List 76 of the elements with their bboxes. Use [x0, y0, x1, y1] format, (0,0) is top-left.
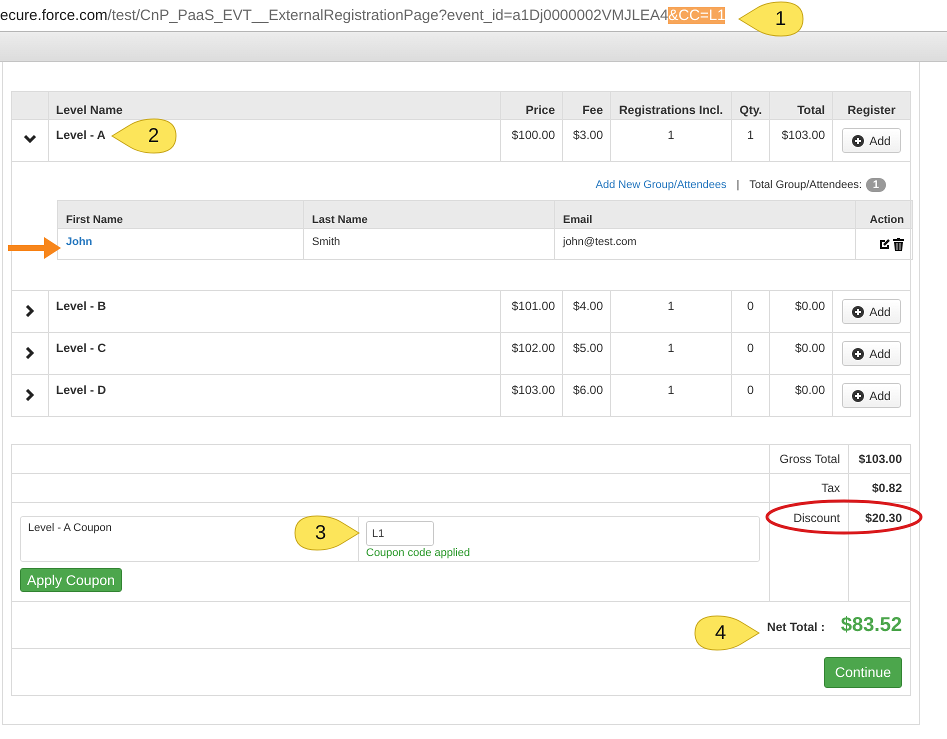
column-header: Last Name	[304, 200, 554, 228]
edit-icon[interactable]	[879, 238, 891, 250]
callout-bubble	[293, 514, 361, 552]
callout-bubble	[110, 117, 178, 155]
table-cell: $6.00	[562, 374, 610, 416]
table-cell: $100.00	[500, 120, 562, 162]
table-cell: 1	[610, 332, 732, 374]
table-cell: $101.00	[500, 290, 562, 332]
summary-value: $103.00	[858, 452, 902, 466]
chevron-right-icon[interactable]	[25, 305, 35, 317]
add-button[interactable]: Add	[842, 299, 901, 324]
plus-circle-icon	[852, 306, 864, 318]
summary-value: $20.30	[865, 511, 902, 525]
coupon-label: Level - A Coupon	[28, 522, 112, 534]
count-badge: 1	[866, 178, 886, 192]
callout-number: 1	[775, 8, 786, 30]
trash-icon[interactable]	[893, 238, 904, 251]
coupon-status: Coupon code applied	[366, 547, 471, 559]
column-header: Email	[554, 200, 856, 228]
table-cell: 1	[610, 120, 732, 162]
net-total-value: $83.52	[840, 614, 902, 636]
table-cell: $103.00	[500, 374, 562, 416]
table-cell: $4.00	[562, 290, 610, 332]
attendee-link[interactable]: John	[66, 236, 92, 248]
table-cell: $5.00	[562, 332, 610, 374]
column-header: Registrations Incl.	[610, 92, 732, 120]
summary-value: $0.82	[872, 481, 902, 495]
summary-label: Tax	[821, 481, 840, 495]
plus-circle-icon	[852, 134, 864, 146]
level-name: Level - B	[48, 290, 500, 332]
separator: |	[736, 179, 740, 191]
table-cell: Smith	[304, 228, 554, 260]
column-header: Qty.	[732, 92, 770, 120]
table-cell: $3.00	[562, 120, 610, 162]
coupon-field[interactable]: L1	[366, 521, 434, 546]
column-header: First Name	[58, 200, 304, 228]
table-cell: 1	[732, 120, 770, 162]
address-url[interactable]: ecure.force.com/test/CnP_PaaS_EVT__ExternalRegistrationPage?event_id=a1Dj0000002VMJLEA4&CC=L1	[0, 0, 726, 31]
callout-bubble	[693, 614, 761, 652]
callout-number: 2	[148, 125, 160, 147]
column-header: Register	[832, 92, 910, 120]
column-header: Level Name	[48, 92, 500, 120]
table-cell: $103.00	[770, 120, 832, 162]
add-button[interactable]: Add	[842, 128, 901, 153]
table-cell: 0	[732, 374, 770, 416]
arrow-pointer	[8, 236, 62, 260]
total-label: Total Group/Attendees:	[749, 179, 862, 191]
table-cell: $0.00	[770, 374, 832, 416]
add-button[interactable]: Add	[842, 383, 901, 408]
column-header: Price	[500, 92, 562, 120]
callout-number: 3	[315, 522, 326, 544]
plus-circle-icon	[852, 390, 864, 402]
table-cell: $0.00	[770, 290, 832, 332]
chevron-down-icon[interactable]	[24, 134, 36, 144]
table-cell: 1	[610, 290, 732, 332]
column-header: Action	[856, 200, 912, 228]
table-cell: 0	[732, 332, 770, 374]
add-attendees-link[interactable]: Add New Group/Attendees	[596, 179, 726, 191]
table-cell: $102.00	[500, 332, 562, 374]
callout-bubble	[737, 0, 805, 38]
table-cell: $0.00	[770, 332, 832, 374]
summary-label: Discount	[793, 511, 840, 525]
table-cell: john@test.com	[554, 228, 856, 260]
chevron-right-icon[interactable]	[25, 389, 35, 401]
column-header: Fee	[562, 92, 610, 120]
add-button[interactable]: Add	[842, 341, 901, 366]
level-name: Level - C	[48, 332, 500, 374]
chevron-right-icon[interactable]	[25, 347, 35, 359]
plus-circle-icon	[852, 348, 864, 360]
net-total-label: Net Total :	[767, 620, 825, 634]
summary-label: Gross Total	[780, 452, 840, 466]
table-cell: 1	[610, 374, 732, 416]
table-cell: 0	[732, 290, 770, 332]
level-name: Level - D	[48, 374, 500, 416]
callout-number: 4	[715, 622, 726, 644]
column-header: Total	[770, 92, 832, 120]
